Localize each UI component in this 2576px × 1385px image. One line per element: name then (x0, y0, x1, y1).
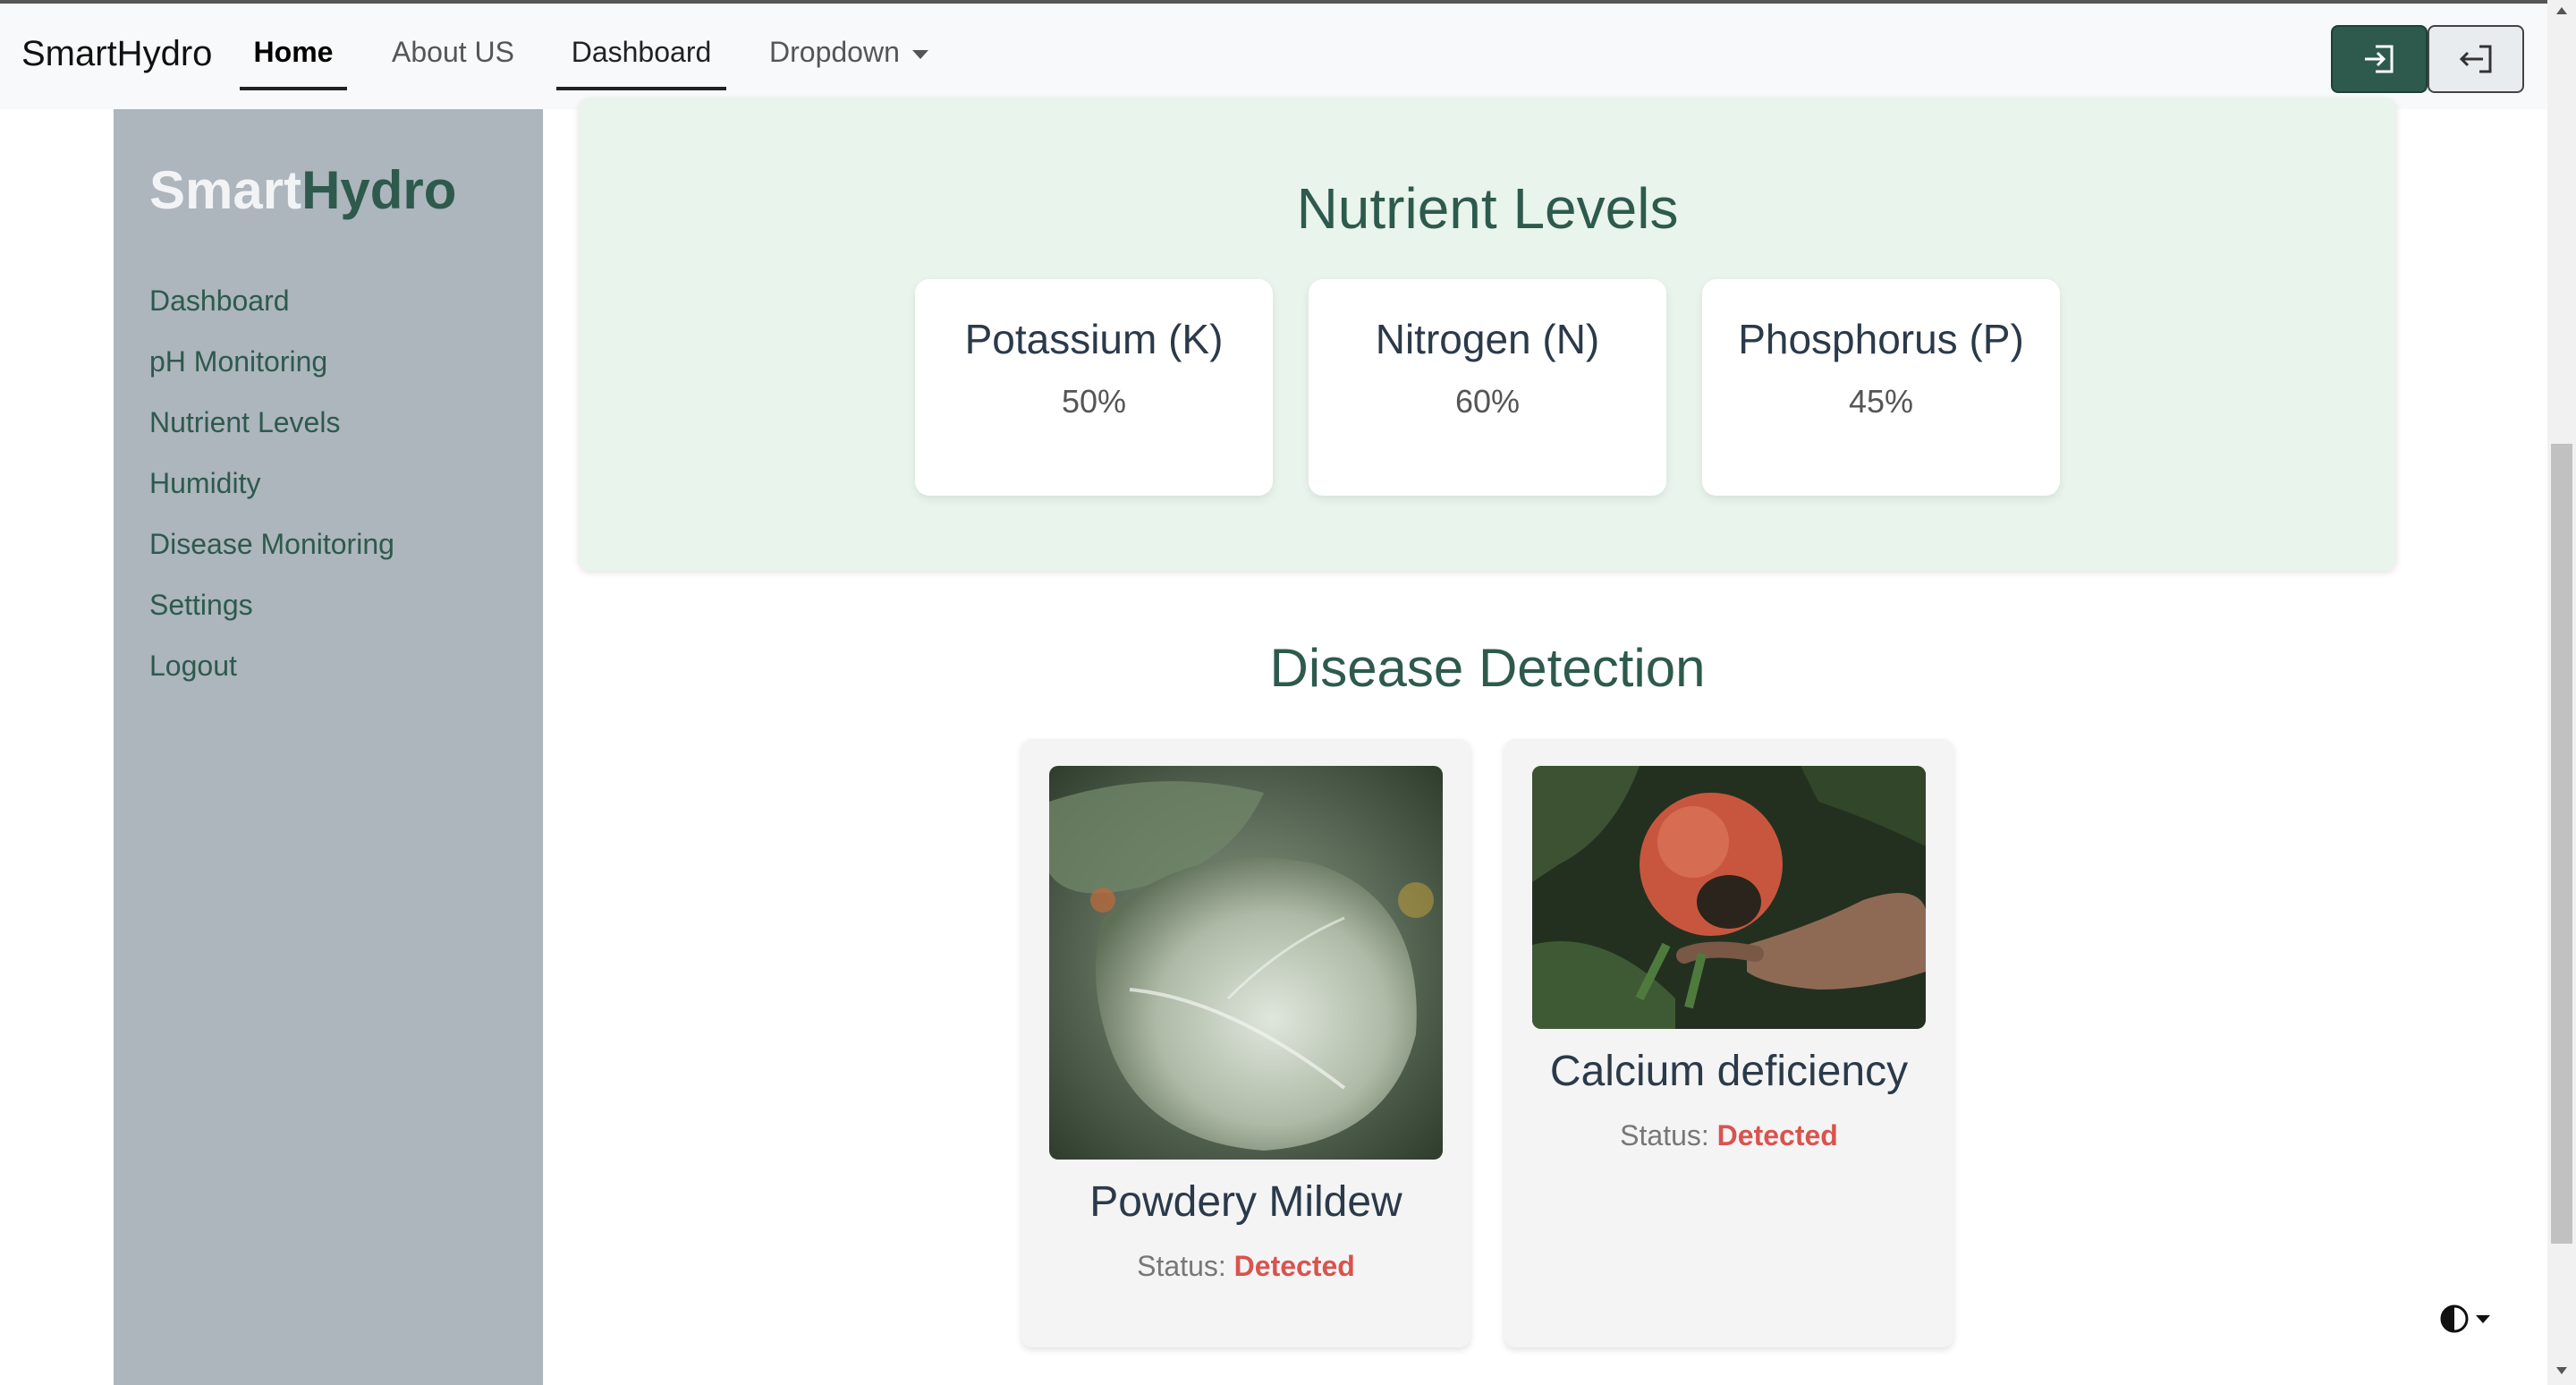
scroll-down-icon[interactable] (2556, 1367, 2567, 1374)
caret-down-icon (911, 49, 928, 59)
top-navbar: SmartHydro Home About US Dashboard Dropd… (0, 0, 2547, 109)
logout-button[interactable] (2428, 25, 2524, 93)
nav-dashboard[interactable]: Dashboard (556, 36, 726, 90)
nutrient-value: 45% (1848, 383, 1914, 420)
sidebar-brand: SmartHydro (149, 159, 456, 221)
powdery-mildew-leaf-photo (1049, 766, 1443, 1160)
status-label: Status: (1620, 1119, 1709, 1151)
nutrient-card-phosphorus: Phosphorus (P) 45% (1702, 279, 2060, 496)
nav-dropdown-label: Dropdown (769, 36, 900, 68)
nutrient-value: 60% (1454, 383, 1521, 420)
login-button[interactable] (2331, 25, 2428, 93)
nutrient-card-potassium: Potassium (K) 50% (915, 279, 1273, 496)
contrast-icon (2440, 1304, 2469, 1333)
nutrient-name: Nitrogen (N) (1375, 316, 1600, 362)
tomato-blossom-end-rot-photo (1532, 766, 1926, 1029)
nutrient-levels-title: Nutrient Levels (1296, 176, 1679, 241)
disease-status: Status: Detected (1504, 1119, 1953, 1152)
scroll-thumb[interactable] (2551, 444, 2572, 1244)
sidebar-item-ph-monitoring[interactable]: pH Monitoring (149, 331, 394, 392)
login-icon (2365, 45, 2394, 73)
sidebar-item-humidity[interactable]: Humidity (149, 453, 394, 514)
sidebar-brand-smart: Smart (149, 160, 302, 220)
navbar-brand[interactable]: SmartHydro (21, 34, 212, 74)
sidebar-item-nutrient-levels[interactable]: Nutrient Levels (149, 392, 394, 453)
nav-home[interactable]: Home (240, 36, 347, 90)
vertical-scrollbar[interactable] (2547, 0, 2576, 1385)
nutrient-card-nitrogen: Nitrogen (N) 60% (1309, 279, 1666, 496)
nutrient-name: Phosphorus (P) (1738, 316, 2024, 362)
sidebar-brand-hydro: Hydro (301, 160, 457, 220)
theme-toggle[interactable] (2438, 1303, 2490, 1335)
disease-name: Calcium deficiency (1549, 1048, 1909, 1095)
disease-card-powdery-mildew: Powdery Mildew Status: Detected (1021, 739, 1470, 1347)
disease-status: Status: Detected (1021, 1250, 1470, 1283)
nutrient-value: 50% (1061, 383, 1127, 420)
nav-dropdown[interactable]: Dropdown (769, 36, 928, 87)
sidebar-item-settings[interactable]: Settings (149, 574, 394, 635)
disease-card-calcium-deficiency: Calcium deficiency Status: Detected (1504, 739, 1953, 1347)
sidebar-menu: Dashboard pH Monitoring Nutrient Levels … (149, 270, 394, 696)
sidebar-item-dashboard[interactable]: Dashboard (149, 270, 394, 331)
scroll-up-icon[interactable] (2556, 7, 2567, 14)
caret-down-icon (2476, 1314, 2490, 1323)
sidebar-item-disease-monitoring[interactable]: Disease Monitoring (149, 514, 394, 574)
nutrient-levels-panel: Nutrient Levels Potassium (K) 50% Nitrog… (579, 98, 2396, 571)
status-label: Status: (1137, 1250, 1226, 1282)
status-value: Detected (1233, 1250, 1355, 1282)
disease-name: Powdery Mildew (1089, 1178, 1402, 1226)
nav-about-us[interactable]: About US (392, 36, 514, 87)
disease-detection-title: Disease Detection (1269, 638, 1706, 698)
sidebar-item-logout[interactable]: Logout (149, 635, 394, 696)
logout-icon (2459, 45, 2492, 73)
sidebar: SmartHydro Dashboard pH Monitoring Nutri… (114, 109, 543, 1385)
status-value: Detected (1716, 1119, 1838, 1151)
nutrient-name: Potassium (K) (964, 316, 1224, 362)
